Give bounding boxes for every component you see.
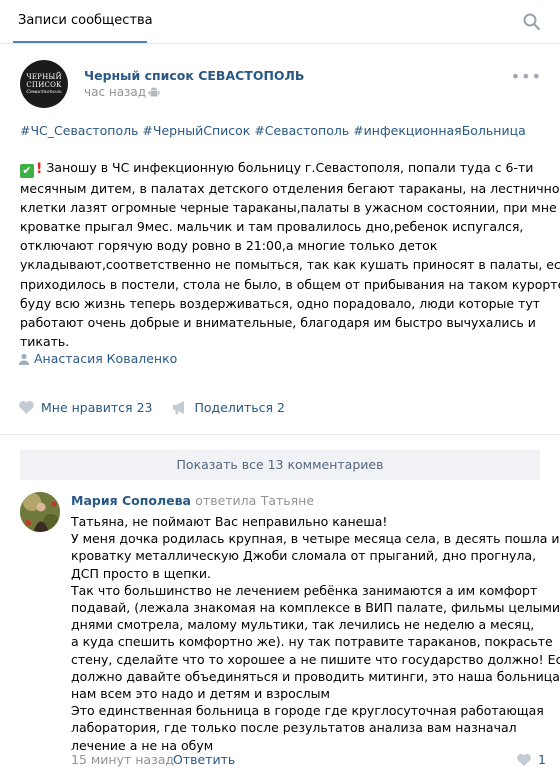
post-text-line: клетки лазят огромные черные тараканы,па…	[20, 200, 560, 216]
comment-text-line: должно давайте объединяться и проводить …	[71, 668, 560, 684]
commenter-photo	[20, 492, 60, 532]
comment-text-line: нам всем это надо и детям и взрослым	[71, 686, 330, 702]
header-bar: Записи сообщества	[0, 0, 560, 44]
post-author-link[interactable]: Черный список СЕВАСТОПОЛЬ	[84, 68, 304, 83]
comment-text-line: Татьяна, не поймают Вас неправильно кане…	[71, 514, 388, 529]
comment-text-line: Так что большинство не лечением ребёнка …	[71, 582, 538, 598]
post-text-line: работают очень добрые и внимательные, бл…	[20, 314, 536, 330]
comment-text-line: а куда спешить комфортно же). ну так пот…	[71, 634, 553, 650]
tab-community-posts[interactable]: Записи сообщества	[18, 0, 153, 44]
divider	[0, 434, 560, 435]
comment-like-button[interactable]: 1	[516, 752, 546, 767]
search-icon[interactable]	[522, 12, 542, 32]
post-text-line: кроватке прыгал 9мес. мальчик и там пров…	[20, 219, 524, 235]
community-avatar[interactable]: ЧЕРНЫЙ СПИСОК Севастополь	[20, 60, 68, 108]
comment-text-line: У меня дочка родилась крупная, в четыре …	[71, 531, 560, 547]
post-text-line: отключают горячую воду ровно в 21:00,а м…	[20, 238, 438, 254]
show-all-comments-button[interactable]: Показать все 13 комментариев	[20, 450, 540, 480]
tab-active-indicator	[13, 41, 147, 43]
post-time[interactable]: час назад	[84, 85, 146, 99]
heart-icon	[19, 400, 34, 414]
post-hashtags[interactable]: #ЧС_Севастополь #ЧерныйСписок #Севастопо…	[20, 123, 526, 138]
comment-text: Татьяна, не поймают Вас неправильно кане…	[71, 513, 560, 754]
comment-text-line: Это единственная больница в городе где к…	[71, 703, 544, 719]
share-button[interactable]: Поделиться 2	[172, 400, 285, 415]
comment-text-line: днями смотрела, малому мультики, так леч…	[71, 617, 535, 633]
signer-name: Анастасия Коваленко	[34, 351, 178, 366]
heart-icon	[517, 753, 531, 767]
user-icon	[18, 353, 30, 365]
post-text: ✔! Заношу в ЧС инфекционную больницу г.Се…	[20, 158, 560, 351]
more-options-icon[interactable]: •••	[511, 69, 542, 85]
like-button[interactable]: Мне нравится 23	[18, 400, 152, 415]
post-text-line: тикать.	[20, 333, 70, 349]
megaphone-icon	[173, 401, 185, 414]
comment-text-line: лаборатория, где только после результато…	[71, 720, 517, 736]
avatar-text-3: Севастополь	[26, 89, 62, 95]
post-actions: Мне нравится 23 Поделиться 2	[18, 400, 301, 415]
post-text-line: месячным дитем, в палатах детского отдел…	[20, 181, 560, 197]
exclamation-icon: !	[36, 161, 43, 177]
check-mark-icon: ✔	[20, 164, 34, 178]
post-text-line: буду всю жизнь теперь воздерживаться, од…	[20, 295, 541, 311]
comment-text-line: кроватку металлическую Джоби сломала от …	[71, 548, 537, 564]
like-count: 23	[136, 400, 153, 415]
comment-header: Мария Сополева ответила Татьяне	[71, 493, 314, 508]
comment-reply-to-link[interactable]: Татьяне	[261, 493, 314, 508]
share-label: Поделиться	[194, 400, 273, 415]
avatar-text-1: ЧЕРНЫЙ	[26, 73, 62, 81]
like-label: Мне нравится	[41, 400, 133, 415]
community-posts-card: Записи сообщества ЧЕРНЫЙ СПИСОК Севастопо…	[0, 0, 560, 770]
comment-author-link[interactable]: Мария Сополева	[71, 493, 191, 508]
comment-text-line: стену, сделайте что то хорошее а не пиши…	[71, 651, 560, 667]
android-icon	[148, 87, 160, 97]
commenter-avatar[interactable]	[20, 492, 60, 532]
comment-text-line: ДСП просто в щепки.	[71, 565, 212, 581]
share-count: 2	[277, 400, 285, 415]
post-signer-link[interactable]: Анастасия Коваленко	[18, 351, 177, 366]
post-text-line: укладывают,соответственно не помыться, т…	[20, 257, 560, 273]
comment-reply-word: ответила	[195, 493, 257, 508]
post-text-line: приходилось в постели, стола не было, в …	[20, 276, 560, 292]
comment-text-line: подавай, (лежала знакомая на комплексе в…	[71, 600, 560, 616]
comment-time[interactable]: 15 минут назад	[71, 752, 174, 767]
post-text-line: ✔! Заношу в ЧС инфекционную больницу г.Се…	[20, 158, 545, 179]
comment-like-count: 1	[538, 752, 546, 767]
reply-button[interactable]: Ответить	[173, 752, 235, 767]
avatar-text-2: СПИСОК	[26, 81, 62, 89]
